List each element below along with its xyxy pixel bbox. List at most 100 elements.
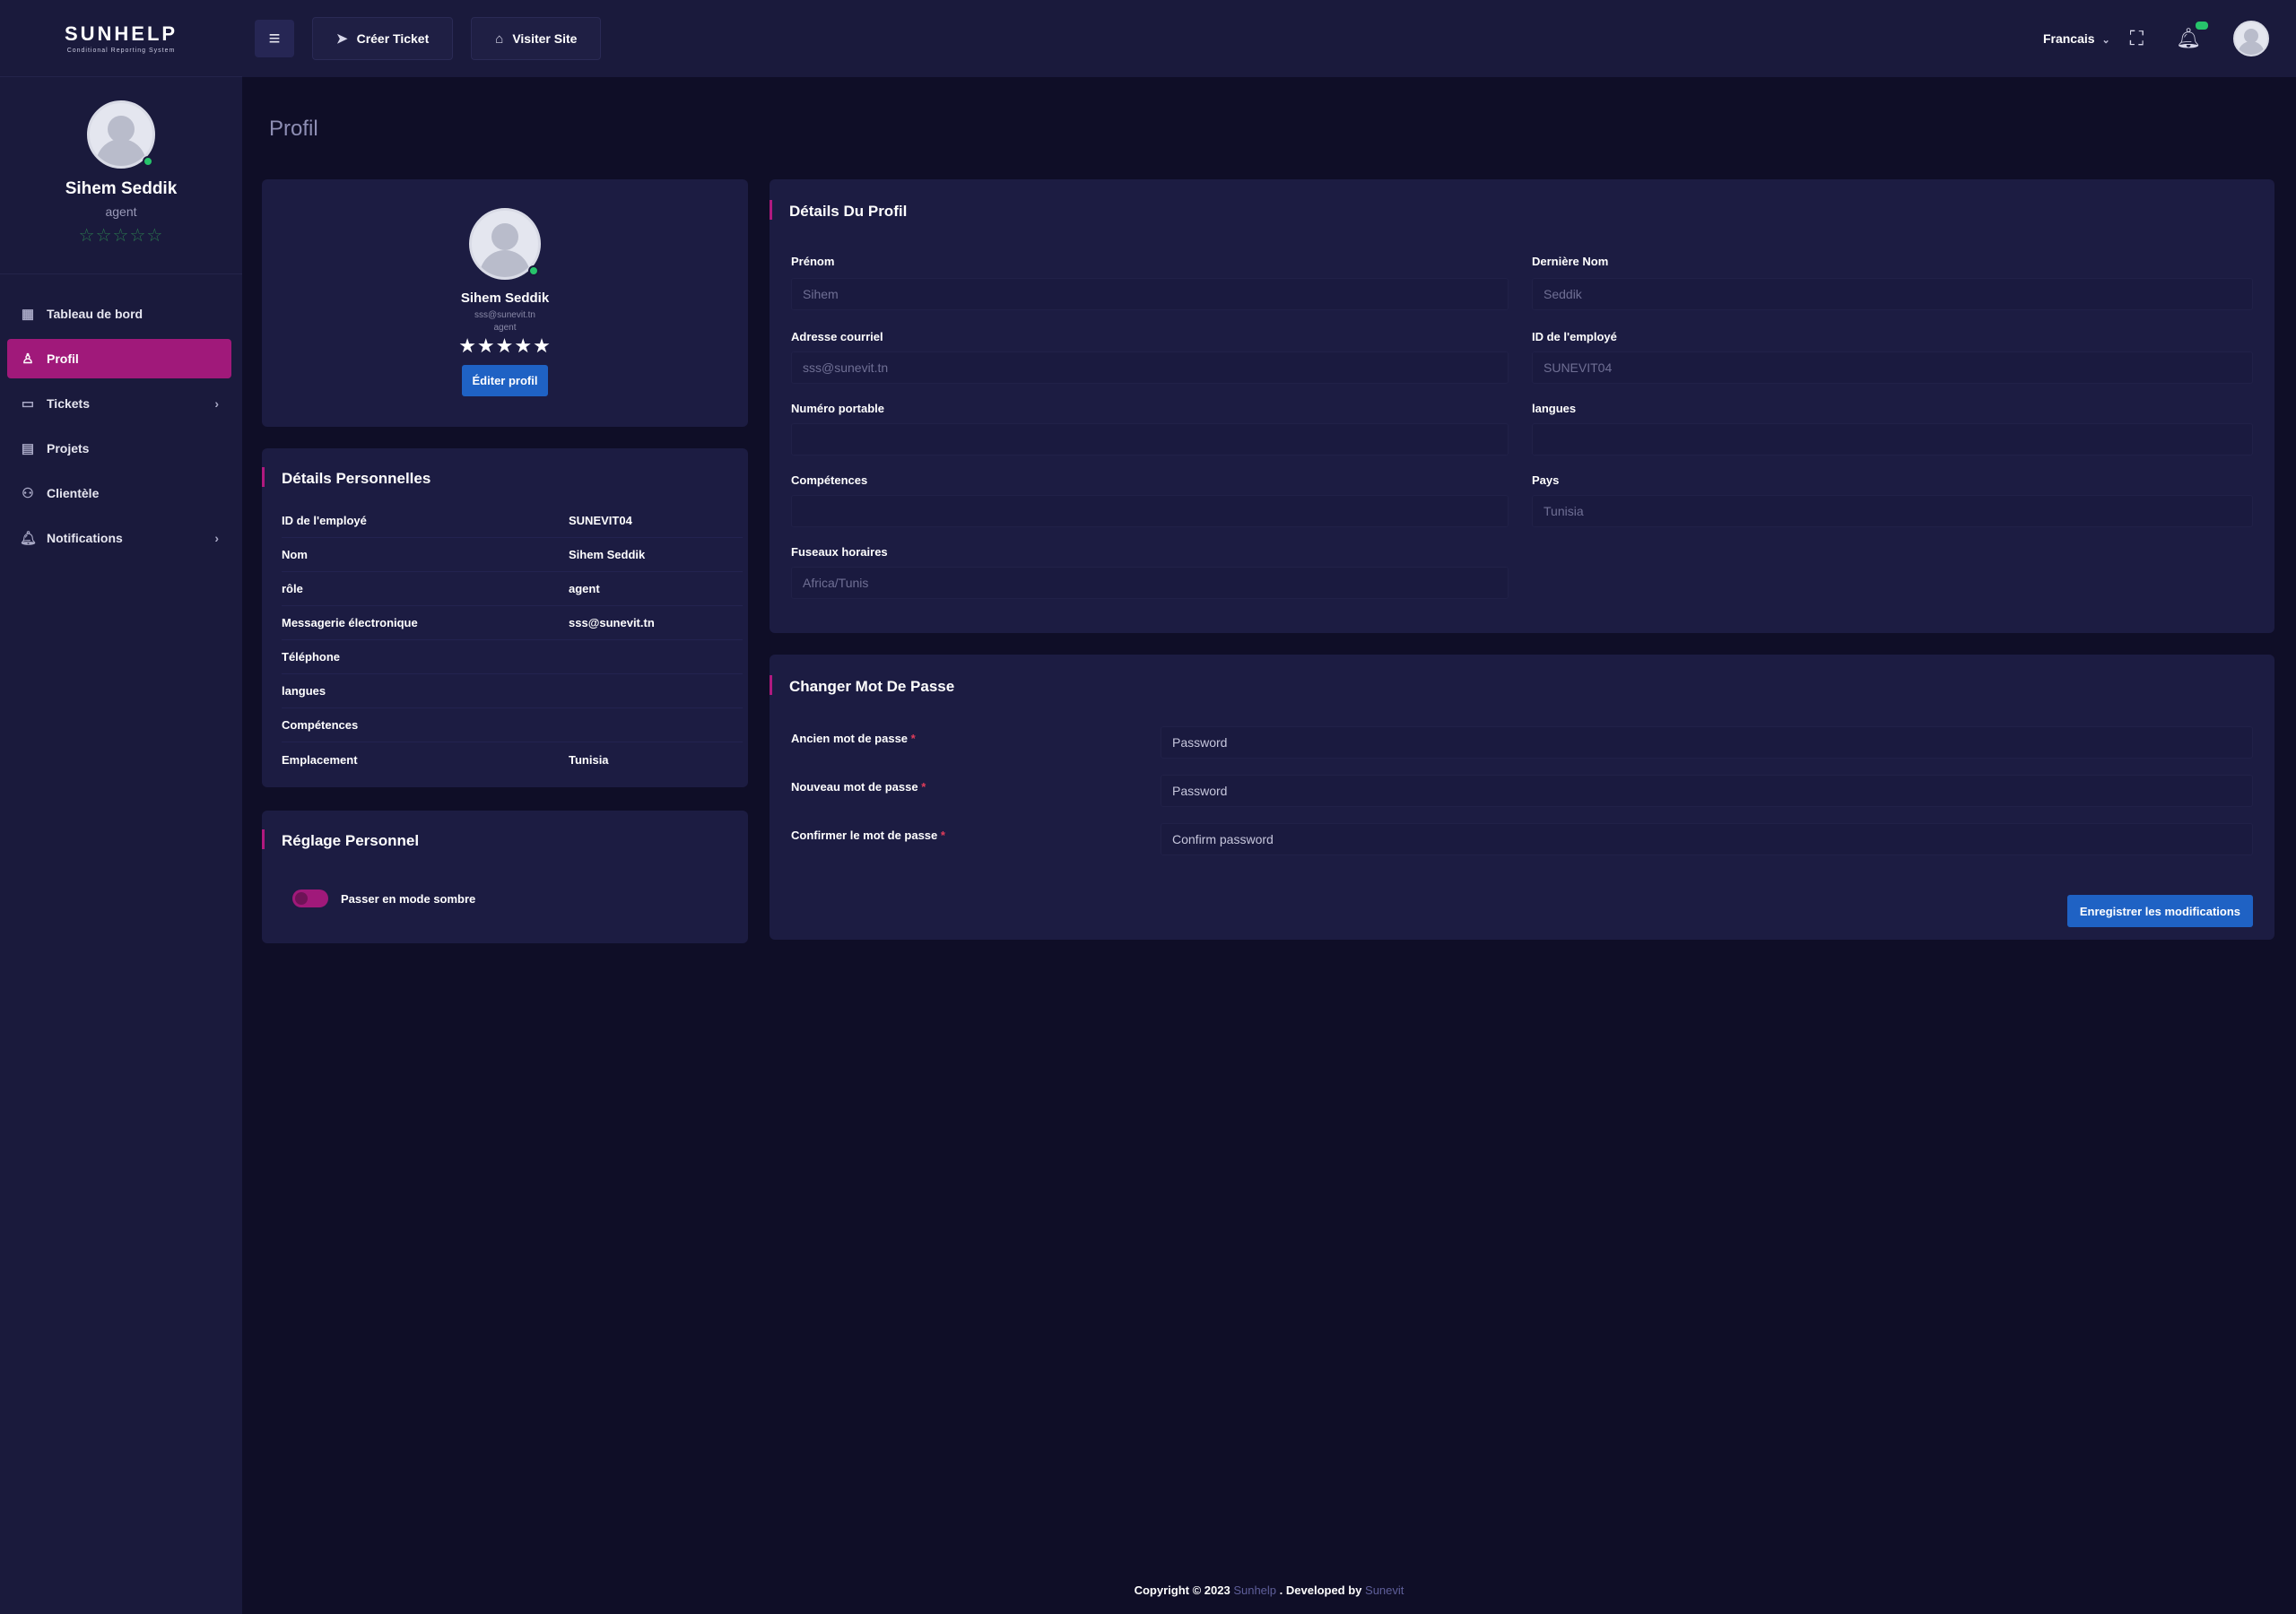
bell-icon: 🔔︎ <box>20 531 38 546</box>
user-icon: ♙ <box>22 351 34 367</box>
skills-label: Compétences <box>791 473 868 487</box>
languages-label: langues <box>1532 402 1577 415</box>
sidebar-item-projects[interactable]: ▤ Projets <box>7 429 231 468</box>
email-field[interactable]: sss@sunevit.tn <box>791 351 1509 384</box>
timezone-label: Fuseaux horaires <box>791 545 888 559</box>
country-field[interactable]: Tunisia <box>1532 495 2253 527</box>
chevron-down-icon: ⌄ <box>2101 35 2110 46</box>
create-ticket-button[interactable]: ➤ Créer Ticket <box>312 17 454 60</box>
sidebar-item-profile[interactable]: ♙ Profil <box>7 339 231 378</box>
chevron-right-icon: › <box>214 531 219 545</box>
old-password-input[interactable]: Password <box>1161 726 2253 759</box>
sidebar-item-dashboard[interactable]: ▦ Tableau de bord <box>7 294 231 334</box>
save-changes-button[interactable]: Enregistrer les modifications <box>2066 895 2253 927</box>
new-password-label-text: Nouveau mot de passe <box>791 780 918 794</box>
ticket-icon: ▭ <box>21 396 35 412</box>
sidebar-item-label: Profil <box>47 351 79 366</box>
profile-email: sss@sunevit.tn <box>474 310 535 320</box>
sidebar-item-label: Tickets <box>47 396 90 411</box>
visit-site-button[interactable]: ⌂ Visiter Site <box>471 17 602 60</box>
detail-key: ID de l'employé <box>282 514 367 527</box>
footer-brand-link[interactable]: Sunhelp <box>1233 1584 1276 1597</box>
footer-copyright: Copyright © 2023 <box>1134 1584 1231 1597</box>
sidebar: SUNHELP Conditional Reporting System Sih… <box>0 0 242 1614</box>
first-name-field[interactable]: Sihem <box>791 278 1509 310</box>
old-password-label-text: Ancien mot de passe <box>791 732 909 745</box>
email-label: Adresse courriel <box>791 330 883 343</box>
dark-mode-label: Passer en mode sombre <box>341 891 476 906</box>
profile-name: Sihem Seddik <box>460 291 550 306</box>
detail-value: sss@sunevit.tn <box>569 616 655 629</box>
user-avatar-menu[interactable] <box>2233 21 2269 56</box>
notification-bell-icon[interactable]: 🔔︎ <box>2176 22 2208 50</box>
logo-subtitle: Conditional Reporting System <box>66 48 176 54</box>
confirm-password-label: Confirmer le mot de passe * <box>791 829 945 842</box>
sidebar-item-label: Tableau de bord <box>47 307 144 321</box>
sidebar-nav: ▦ Tableau de bord ♙ Profil ▭ Tickets › ▤… <box>0 274 242 558</box>
profile-details-card: Détails Du Profil Prénom Sihem Dernière … <box>770 179 2274 633</box>
profile-details-title: Détails Du Profil <box>770 200 2274 221</box>
old-password-label: Ancien mot de passe * <box>791 732 916 745</box>
sidebar-item-tickets[interactable]: ▭ Tickets › <box>7 384 231 423</box>
sidebar-user-name: Sihem Seddik <box>65 179 178 198</box>
skills-field[interactable] <box>791 495 1509 527</box>
required-mark: * <box>910 732 916 745</box>
hamburger-icon: ≡ <box>268 27 281 49</box>
logo-text: SUNHELP <box>64 22 178 45</box>
send-icon: ➤ <box>336 31 348 47</box>
confirm-password-input[interactable]: Confirm password <box>1161 823 2253 855</box>
app-logo[interactable]: SUNHELP Conditional Reporting System <box>0 0 242 77</box>
table-row: ID de l'employé SUNEVIT04 <box>282 504 743 538</box>
detail-key: Nom <box>282 548 308 561</box>
detail-key: Emplacement <box>282 752 358 767</box>
profile-summary-card: Sihem Seddik sss@sunevit.tn agent ★★★★★ … <box>262 179 748 427</box>
timezone-field[interactable]: Africa/Tunis <box>791 567 1509 599</box>
detail-value: Tunisia <box>569 752 609 767</box>
personal-settings-title: Réglage Personnel <box>262 829 748 850</box>
personal-settings-card: Réglage Personnel Passer en mode sombre <box>262 811 748 943</box>
change-password-title: Changer Mot De Passe <box>770 675 2274 696</box>
sidebar-item-clients[interactable]: ⚇ Clientèle <box>7 473 231 513</box>
dashboard-icon: ▦ <box>21 307 35 322</box>
notification-badge <box>2196 22 2208 30</box>
edit-profile-button[interactable]: Éditer profil <box>461 365 549 396</box>
table-row: Compétences <box>282 708 743 742</box>
sidebar-user-role: agent <box>105 204 137 219</box>
sidebar-rating-stars: ☆☆☆☆☆ <box>78 226 164 246</box>
last-name-label: Dernière Nom <box>1532 255 1609 268</box>
detail-key: Téléphone <box>282 650 341 664</box>
profile-role: agent <box>493 323 517 333</box>
detail-value: Sihem Seddik <box>569 548 646 561</box>
language-selector[interactable]: Francais ⌄ <box>2043 31 2110 46</box>
table-row: Emplacement Tunisia <box>282 742 743 777</box>
table-row: Messagerie électronique sss@sunevit.tn <box>282 606 743 640</box>
last-name-field[interactable]: Seddik <box>1532 278 2253 310</box>
mobile-field[interactable] <box>791 423 1509 456</box>
sidebar-item-label: Clientèle <box>47 486 100 500</box>
table-row: Nom Sihem Seddik <box>282 538 743 572</box>
profile-rating-stars: ★★★★★ <box>458 334 552 357</box>
new-password-input[interactable]: Password <box>1161 775 2253 807</box>
table-row: Téléphone <box>282 640 743 674</box>
change-password-card: Changer Mot De Passe Ancien mot de passe… <box>770 655 2274 940</box>
online-status-dot <box>143 156 153 167</box>
detail-value: SUNEVIT04 <box>569 514 632 527</box>
languages-field[interactable] <box>1532 423 2253 456</box>
required-mark: * <box>940 829 945 842</box>
menu-toggle-button[interactable]: ≡ <box>255 20 294 57</box>
employee-id-field[interactable]: SUNEVIT04 <box>1532 351 2253 384</box>
create-ticket-label: Créer Ticket <box>356 31 430 46</box>
sidebar-item-notifications[interactable]: 🔔︎ Notifications › <box>7 518 231 558</box>
detail-key: langues <box>282 684 326 698</box>
detail-value: agent <box>569 582 600 595</box>
new-password-label: Nouveau mot de passe * <box>791 780 926 794</box>
footer-developer-link[interactable]: Sunevit <box>1365 1584 1404 1597</box>
employee-id-label: ID de l'employé <box>1532 330 1617 343</box>
language-label: Francais <box>2042 31 2095 46</box>
dark-mode-toggle[interactable] <box>292 889 328 907</box>
users-icon: ⚇ <box>22 486 34 501</box>
fullscreen-icon[interactable]: ⛶ <box>2130 27 2144 50</box>
top-header: ≡ ➤ Créer Ticket ⌂ Visiter Site Francais… <box>242 0 2296 77</box>
detail-key: rôle <box>282 582 303 595</box>
table-row: rôle agent <box>282 572 743 606</box>
